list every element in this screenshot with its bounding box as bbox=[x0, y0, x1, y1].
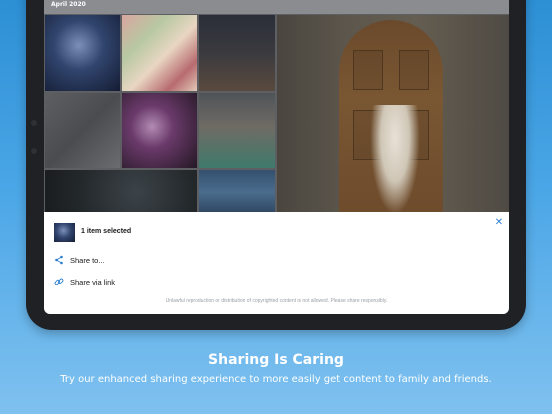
photo-tile-water[interactable] bbox=[199, 170, 275, 214]
share-link-label: Share via link bbox=[70, 277, 116, 287]
photo-tile-cafe[interactable] bbox=[199, 93, 275, 168]
photo-tile-smoke-hand[interactable] bbox=[122, 93, 197, 168]
tablet-camera bbox=[31, 120, 37, 126]
month-header: April 2020 bbox=[44, 0, 509, 14]
promo-subheading: Try our enhanced sharing experience to m… bbox=[60, 374, 492, 385]
photo-tile-concert[interactable] bbox=[45, 15, 120, 91]
tablet-sensor bbox=[31, 148, 37, 154]
selection-count: 1 item selected bbox=[81, 228, 132, 235]
photo-tile-flowers[interactable] bbox=[122, 15, 197, 91]
close-icon[interactable]: ✕ bbox=[493, 217, 505, 229]
couple-figure bbox=[370, 105, 420, 215]
share-icon bbox=[54, 255, 64, 265]
share-sheet: 1 item selected ✕ Share to... Share via … bbox=[44, 212, 509, 314]
link-icon bbox=[54, 277, 64, 287]
share-link-button[interactable]: Share via link bbox=[54, 275, 115, 289]
disclaimer-text: Unlawful reproduction or distribution of… bbox=[165, 298, 388, 304]
photo-tile-night-street[interactable] bbox=[199, 15, 275, 91]
share-to-button[interactable]: Share to... bbox=[54, 253, 105, 267]
share-to-label: Share to... bbox=[70, 255, 105, 265]
photo-tile-cat[interactable] bbox=[45, 170, 197, 214]
selected-item-thumbnail bbox=[54, 223, 75, 242]
photo-tile-microphones[interactable] bbox=[45, 93, 120, 168]
promo-heading: Sharing Is Caring bbox=[208, 352, 344, 368]
